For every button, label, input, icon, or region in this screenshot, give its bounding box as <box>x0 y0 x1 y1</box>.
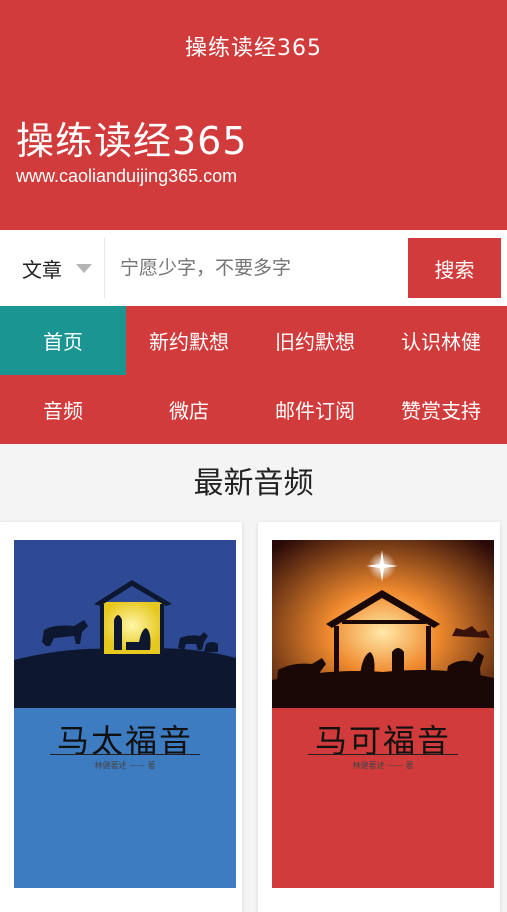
book-card[interactable]: 马可福音 林健著述 —— 著 <box>258 522 500 912</box>
search-button[interactable]: 搜索 <box>408 238 501 298</box>
site-name: 操练读经365 <box>16 119 248 163</box>
app-title: 操练读经365 <box>185 36 322 61</box>
book-cover[interactable]: 马太福音 林健著述 —— 著 <box>14 540 236 888</box>
nav-item-audio[interactable]: 音频 <box>0 375 126 444</box>
nav-item-donate[interactable]: 赞赏支持 <box>378 375 504 444</box>
status-bar <box>0 0 507 14</box>
category-select[interactable]: 文章 <box>8 238 105 298</box>
book-cover[interactable]: 马可福音 林健著述 —— 著 <box>272 540 494 888</box>
header: 操练读经365 操练读经365 www.caolianduijing365.co… <box>0 0 507 230</box>
nav-item-shop[interactable]: 微店 <box>126 375 252 444</box>
book-author: 林健著述 —— 著 <box>352 761 414 770</box>
chevron-down-icon <box>76 263 92 273</box>
nav-menu: 首页 新约默想 旧约默想 认识林健 音频 微店 邮件订阅 赞赏支持 <box>0 306 507 444</box>
nav-item-nt-meditation[interactable]: 新约默想 <box>126 306 252 375</box>
divider <box>50 754 200 755</box>
nativity-illustration <box>14 540 236 888</box>
book-title: 马可福音 <box>314 722 451 760</box>
section-title: 最新音频 <box>193 466 314 501</box>
nav-item-ot-meditation[interactable]: 旧约默想 <box>252 306 378 375</box>
nativity-illustration <box>272 540 494 888</box>
divider <box>308 754 458 755</box>
book-author: 林健著述 —— 著 <box>94 761 156 770</box>
nav-item-email-subscribe[interactable]: 邮件订阅 <box>252 375 378 444</box>
nav-item-home[interactable]: 首页 <box>0 306 126 375</box>
site-url: www.caolianduijing365.com <box>16 166 238 186</box>
category-label: 文章 <box>22 257 62 282</box>
nav-item-about-author[interactable]: 认识林健 <box>378 306 504 375</box>
book-title: 马太福音 <box>56 722 193 760</box>
book-card[interactable]: 马太福音 林健著述 —— 著 <box>0 522 242 912</box>
search-bar: 文章 搜索 <box>0 230 507 306</box>
search-input[interactable] <box>106 238 404 298</box>
